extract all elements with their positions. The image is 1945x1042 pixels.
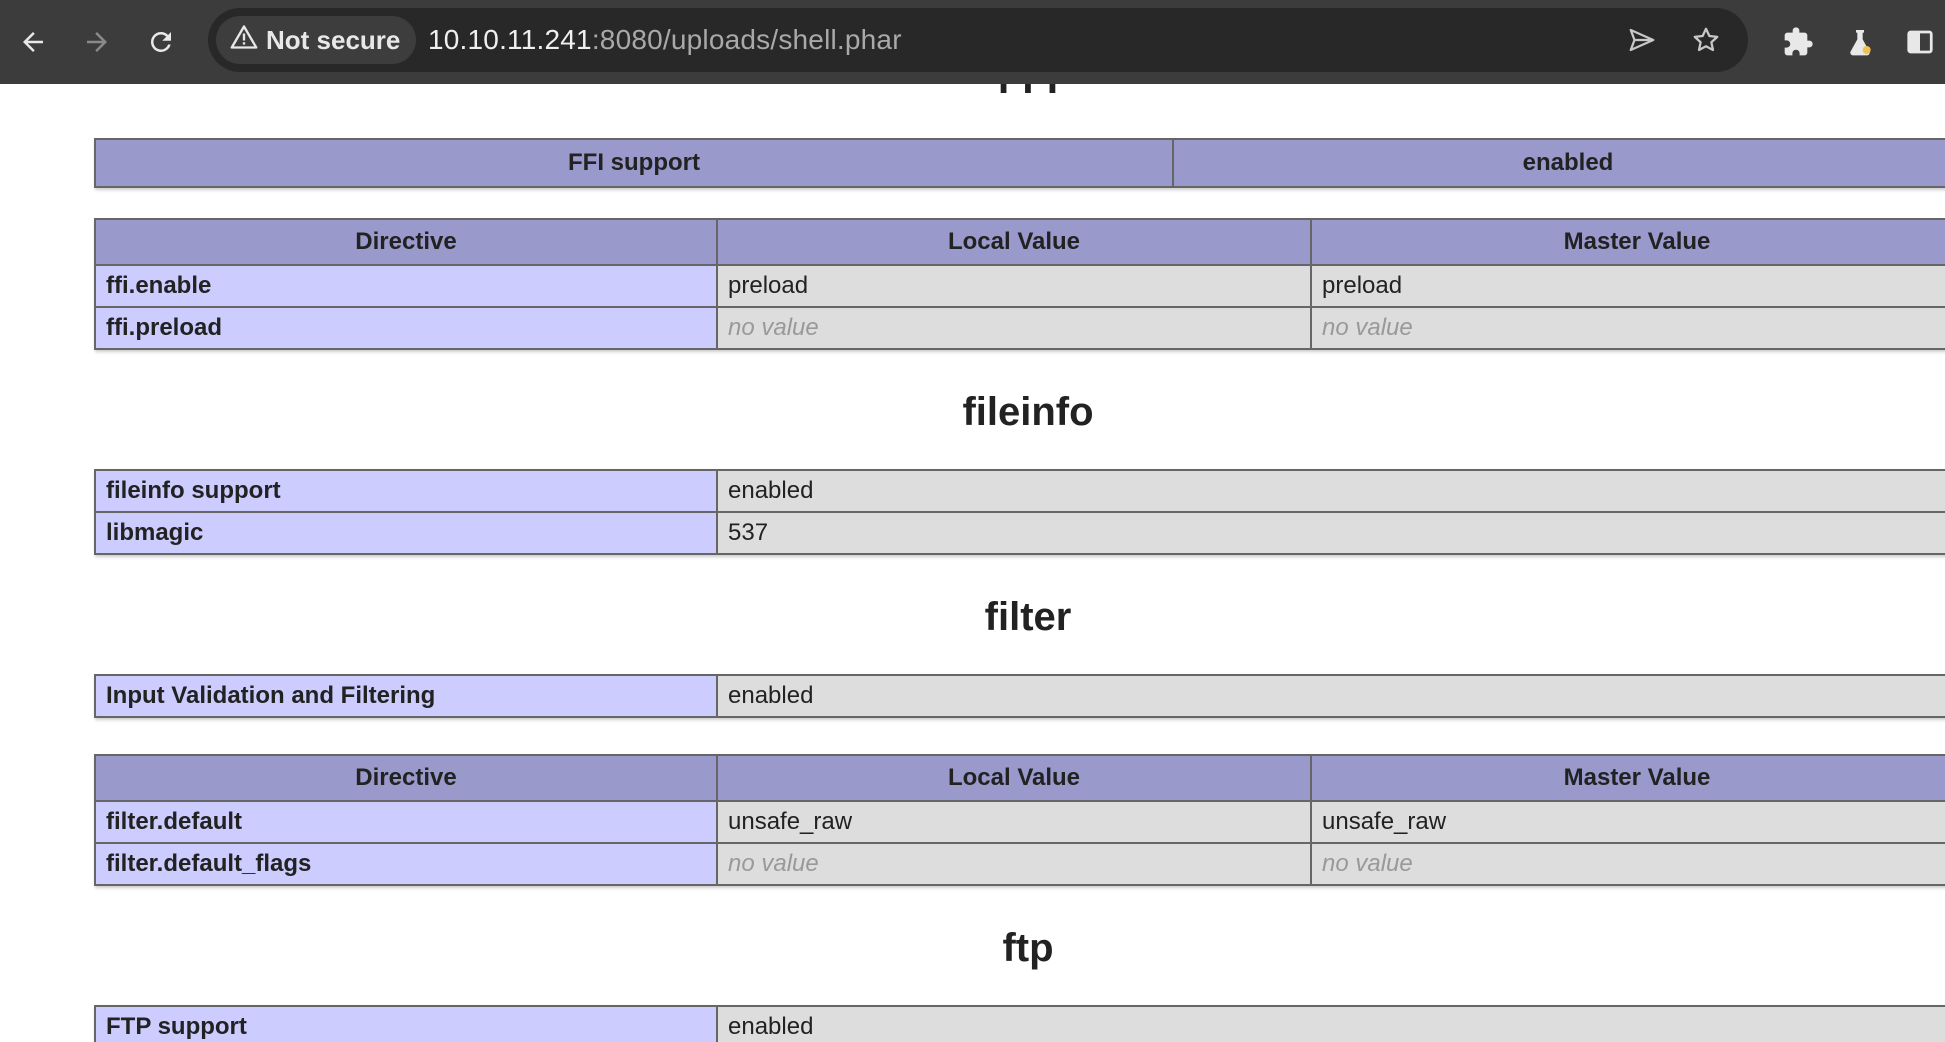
directive-value: enabled [716, 469, 1945, 513]
labs-icon[interactable] [1836, 0, 1884, 84]
column-header-local-value: Local Value [716, 218, 1312, 266]
section-title-ffi: FFI [94, 84, 1945, 104]
url-path: :8080/uploads/shell.phar [591, 24, 902, 55]
directive-name: ffi.enable [94, 264, 718, 308]
table-row: fileinfo support enabled [94, 469, 1945, 513]
directive-name: Input Validation and Filtering [94, 674, 718, 718]
security-chip[interactable]: Not secure [216, 16, 417, 64]
fileinfo-table: fileinfo support enabled libmagic 537 [94, 469, 1945, 555]
section-title-filter: filter [984, 595, 1072, 639]
directive-value: enabled [716, 1005, 1945, 1042]
back-icon[interactable] [10, 0, 56, 84]
url-text[interactable]: 10.10.11.241:8080/uploads/shell.phar [428, 8, 902, 72]
ffi-directives-table: Directive Local Value Master Value ffi.e… [94, 218, 1945, 350]
local-value: no value [716, 842, 1312, 886]
column-header-master-value: Master Value [1310, 754, 1945, 802]
local-value: unsafe_raw [716, 800, 1312, 844]
column-header-directive: Directive [94, 754, 718, 802]
directive-name: ffi.preload [94, 306, 718, 350]
ffi-support-value: enabled [1172, 138, 1945, 188]
column-header-directive: Directive [94, 218, 718, 266]
table-row: ffi.enable preload preload [94, 264, 1945, 308]
section-title-ftp: ftp [1002, 926, 1054, 970]
directive-name: FTP support [94, 1005, 718, 1042]
directive-value: 537 [716, 511, 1945, 555]
master-value: no value [1310, 842, 1945, 886]
ffi-support-label: FFI support [94, 138, 1174, 188]
table-row: FTP support enabled [94, 1005, 1945, 1042]
directive-name: fileinfo support [94, 469, 718, 513]
table-row: FFI support enabled [94, 138, 1945, 188]
column-header-local-value: Local Value [716, 754, 1312, 802]
table-header-row: Directive Local Value Master Value [94, 754, 1945, 802]
ffi-support-table: FFI support enabled [94, 138, 1945, 188]
browser-toolbar: Not secure 10.10.11.241:8080/uploads/she… [0, 0, 1945, 84]
directive-name: filter.default [94, 800, 718, 844]
address-bar[interactable]: Not secure 10.10.11.241:8080/uploads/she… [208, 8, 1748, 72]
ftp-table: FTP support enabled [94, 1005, 1945, 1042]
forward-icon[interactable] [74, 0, 120, 84]
table-row: filter.default_flags no value no value [94, 842, 1945, 886]
security-label: Not secure [266, 24, 401, 55]
column-header-master-value: Master Value [1310, 218, 1945, 266]
table-header-row: Directive Local Value Master Value [94, 218, 1945, 266]
no-value-text: no value [1322, 850, 1413, 877]
local-value: preload [716, 264, 1312, 308]
no-value-text: no value [1322, 314, 1413, 341]
side-panel-icon[interactable] [1898, 0, 1942, 84]
section-title-fileinfo: fileinfo [962, 390, 1094, 434]
master-value: preload [1310, 264, 1945, 308]
send-icon[interactable] [1618, 16, 1666, 64]
directive-name: filter.default_flags [94, 842, 718, 886]
no-value-text: no value [728, 850, 819, 877]
extensions-icon[interactable] [1774, 0, 1822, 84]
warning-icon [230, 23, 266, 58]
table-row: libmagic 537 [94, 511, 1945, 555]
master-value: unsafe_raw [1310, 800, 1945, 844]
local-value: no value [716, 306, 1312, 350]
filter-support-table: Input Validation and Filtering enabled [94, 674, 1945, 718]
directive-name: libmagic [94, 511, 718, 555]
table-row: ffi.preload no value no value [94, 306, 1945, 350]
page-content: FFI FFI support enabled Directive Local … [0, 84, 1945, 1042]
url-host: 10.10.11.241 [428, 24, 592, 55]
reload-icon[interactable] [138, 0, 184, 84]
table-row: Input Validation and Filtering enabled [94, 674, 1945, 718]
master-value: no value [1310, 306, 1945, 350]
star-icon[interactable] [1682, 16, 1730, 64]
filter-directives-table: Directive Local Value Master Value filte… [94, 754, 1945, 886]
directive-value: enabled [716, 674, 1945, 718]
table-row: filter.default unsafe_raw unsafe_raw [94, 800, 1945, 844]
no-value-text: no value [728, 314, 819, 341]
